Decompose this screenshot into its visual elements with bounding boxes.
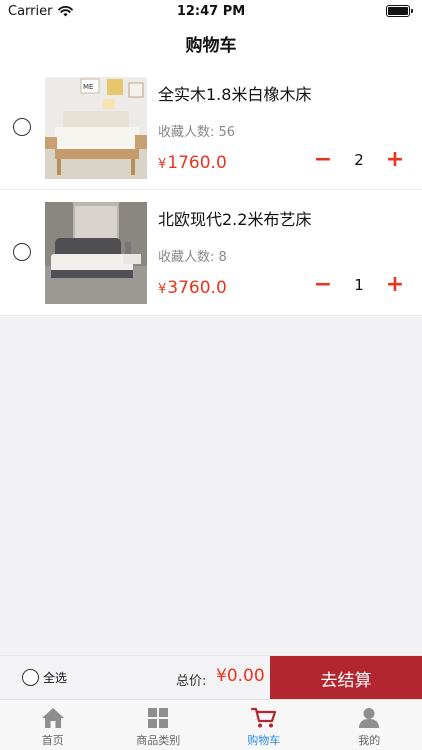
select-all-radio[interactable]	[22, 669, 39, 686]
quantity-stepper: − 1 +	[312, 274, 406, 296]
product-price: ¥1760.0	[158, 153, 227, 173]
tab-profile-label: 我的	[358, 734, 381, 747]
tab-categories-label: 商品类别	[136, 734, 181, 747]
quantity-value: 1	[354, 276, 364, 294]
currency-symbol: ¥	[158, 282, 167, 297]
decrease-button[interactable]: −	[312, 149, 334, 171]
quantity-value: 2	[354, 151, 364, 169]
product-name[interactable]: 全实木1.8米白橡木床	[158, 81, 311, 105]
carrier-label: Carrier	[8, 3, 53, 19]
cart-icon	[250, 707, 276, 728]
increase-button[interactable]: +	[384, 149, 406, 171]
item-select-radio[interactable]	[13, 118, 31, 136]
tab-home-label: 首页	[41, 734, 64, 747]
cart-item: 北欧现代2.2米布艺床 收藏人数: 8 ¥3760.0 − 1 +	[0, 190, 422, 316]
tab-categories[interactable]: 商品类别	[106, 700, 212, 750]
battery-icon	[386, 5, 413, 17]
product-image[interactable]: ME	[45, 77, 147, 179]
total-label: 总价:	[176, 674, 207, 689]
quantity-stepper: − 2 +	[312, 149, 406, 171]
checkout-button[interactable]: 去结算	[270, 656, 422, 700]
favorite-count: 收藏人数: 56	[158, 125, 236, 140]
tab-bar: 首页 商品类别 购物车 我的	[0, 699, 422, 750]
page-title: 购物车	[185, 36, 237, 56]
status-bar: Carrier 12:47 PM	[0, 0, 422, 22]
user-icon	[359, 708, 380, 728]
total-value: ¥0.00	[216, 666, 265, 686]
home-icon	[41, 708, 64, 728]
status-left: Carrier	[8, 3, 74, 19]
product-name[interactable]: 北欧现代2.2米布艺床	[158, 206, 311, 230]
price-value: 3760.0	[167, 278, 227, 298]
nav-bar: 购物车	[0, 22, 422, 65]
cart-item: ME 全实木1.8米白橡木床 收藏人数: 56 ¥1760.0 − 2 +	[0, 65, 422, 190]
currency-symbol: ¥	[158, 157, 167, 172]
price-value: 1760.0	[167, 153, 227, 173]
tab-cart[interactable]: 购物车	[211, 700, 317, 750]
tab-home[interactable]: 首页	[0, 700, 106, 750]
grid-icon	[148, 708, 169, 728]
favorite-count: 收藏人数: 8	[158, 250, 227, 265]
svg-text:ME: ME	[83, 83, 93, 91]
item-select-radio[interactable]	[13, 243, 31, 261]
tab-profile[interactable]: 我的	[317, 700, 422, 750]
cart-list: ME 全实木1.8米白橡木床 收藏人数: 56 ¥1760.0 − 2 + 北欧…	[0, 65, 422, 316]
tab-cart-label: 购物车	[247, 734, 281, 747]
product-image[interactable]	[45, 202, 147, 304]
select-all-toggle[interactable]: 全选	[22, 669, 67, 686]
product-price: ¥3760.0	[158, 278, 227, 298]
decrease-button[interactable]: −	[312, 274, 334, 296]
increase-button[interactable]: +	[384, 274, 406, 296]
checkout-bar: 全选 总价: ¥0.00 去结算	[0, 655, 422, 700]
select-all-label: 全选	[43, 671, 68, 685]
wifi-icon	[58, 5, 74, 16]
